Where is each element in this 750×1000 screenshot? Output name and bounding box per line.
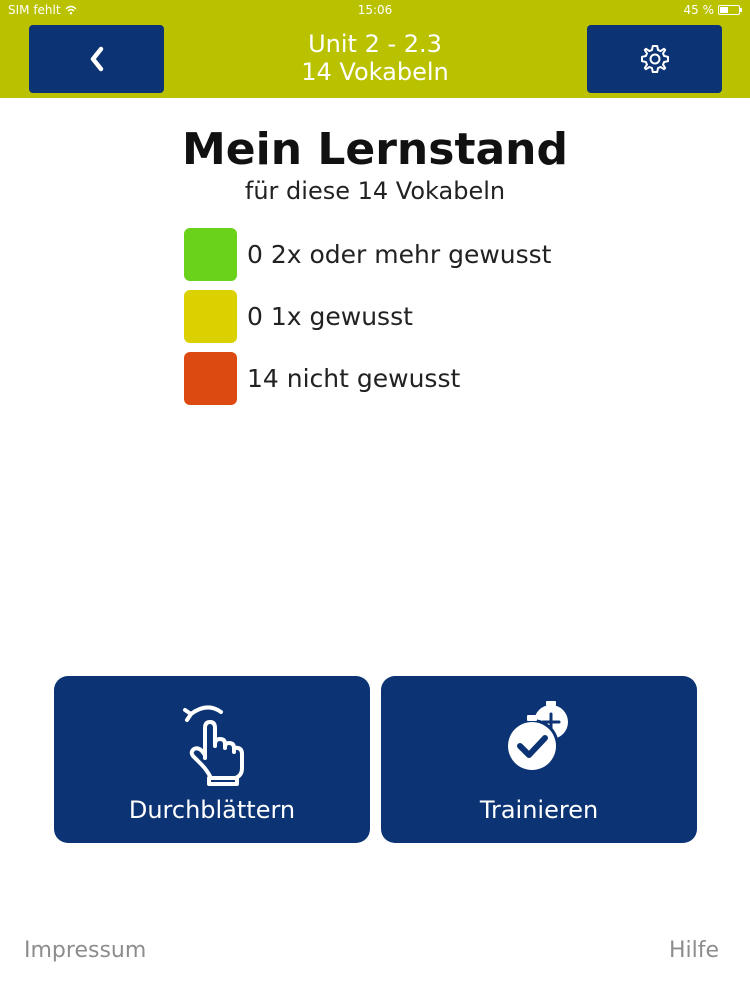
legend-label: 14 nicht gewusst xyxy=(247,363,461,393)
vocab-count-title: 14 Vokabeln xyxy=(301,58,449,86)
back-button[interactable] xyxy=(29,25,164,93)
train-button[interactable]: Trainieren xyxy=(381,676,697,843)
legend-swatch-red xyxy=(184,351,237,405)
help-link[interactable]: Hilfe xyxy=(669,938,719,963)
page-title: Mein Lernstand xyxy=(182,124,568,175)
stopwatch-check-icon xyxy=(505,701,568,773)
app-header: SIM fehlt 15:06 45 % Unit 2 - 2.3 14 Vok… xyxy=(0,0,750,98)
legend-item-known-twice: 0 2x oder mehr gewusst xyxy=(184,227,551,281)
legend-swatch-green xyxy=(184,227,237,281)
header-title: Unit 2 - 2.3 14 Vokabeln xyxy=(175,30,575,86)
chevron-left-icon xyxy=(90,46,103,72)
legend-item-known-once: 0 1x gewusst xyxy=(184,289,413,343)
battery-label: 45 % xyxy=(683,3,715,17)
swipe-hand-icon xyxy=(183,705,244,786)
legend-item-not-known: 14 nicht gewusst xyxy=(184,351,460,405)
gear-icon xyxy=(640,45,669,73)
battery-icon xyxy=(718,5,742,15)
impressum-link[interactable]: Impressum xyxy=(24,938,146,963)
legend-swatch-yellow xyxy=(184,289,237,343)
browse-button[interactable]: Durchblättern xyxy=(54,676,370,843)
unit-title: Unit 2 - 2.3 xyxy=(308,30,442,58)
train-button-label: Trainieren xyxy=(479,796,599,824)
page-subtitle: für diese 14 Vokabeln xyxy=(244,177,506,205)
legend-label: 0 1x gewusst xyxy=(247,301,413,331)
status-battery: 45 % xyxy=(683,3,742,17)
status-time: 15:06 xyxy=(357,3,393,17)
legend-label: 0 2x oder mehr gewusst xyxy=(247,239,552,269)
settings-button[interactable] xyxy=(587,25,722,93)
vocabulary-progress-screen: SIM fehlt 15:06 45 % Unit 2 - 2.3 14 Vok… xyxy=(0,0,750,1000)
browse-button-label: Durchblättern xyxy=(128,796,296,824)
